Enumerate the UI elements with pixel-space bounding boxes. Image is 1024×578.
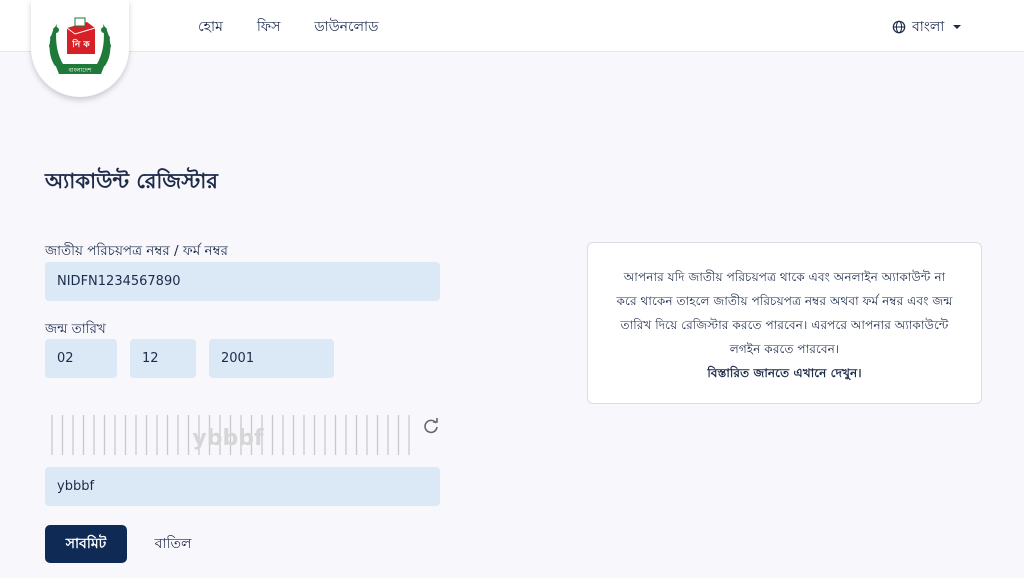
language-label: বাংলা	[912, 19, 945, 35]
submit-button[interactable]: সাবমিট	[45, 525, 127, 563]
nav-download-link[interactable]: ডাউনলোড	[314, 15, 378, 39]
nid-input[interactable]	[45, 262, 440, 301]
dob-day-input[interactable]	[45, 339, 117, 378]
dob-month-input[interactable]	[130, 339, 196, 378]
dob-year-input[interactable]	[209, 339, 334, 378]
captcha-input[interactable]	[45, 467, 440, 506]
main-nav: হোম ফিস ডাউনলোড	[198, 15, 378, 39]
captcha-image: ybbbf	[51, 415, 410, 455]
nav-home-link[interactable]: হোম	[198, 15, 223, 39]
info-panel: আপনার যদি জাতীয় পরিচয়পত্র থাকে এবং অনল…	[587, 242, 982, 404]
logo[interactable]: নি ক বাংলাদেশ	[31, 0, 129, 97]
captcha-text: ybbbf	[192, 426, 264, 451]
info-text: আপনার যদি জাতীয় পরিচয়পত্র থাকে এবং অনল…	[616, 270, 953, 356]
nid-label: জাতীয় পরিচয়পত্র নম্বর / ফর্ম নম্বর	[45, 243, 228, 259]
cancel-button[interactable]: বাতিল	[147, 525, 199, 563]
dob-label: জন্ম তারিখ	[45, 321, 106, 337]
language-selector[interactable]: বাংলা	[892, 15, 964, 39]
details-link[interactable]: বিস্তারিত জানতে এখানে দেখুন।	[616, 361, 953, 385]
election-commission-emblem-icon: নি ক বাংলাদেশ	[49, 17, 111, 74]
logo-ribbon-text: বাংলাদেশ	[68, 67, 92, 74]
top-navbar: হোম ফিস ডাউনলোড বাংলা	[0, 0, 1024, 52]
nav-fees-link[interactable]: ফিস	[257, 15, 281, 39]
page-title: অ্যাকাউন্ট রেজিস্টার	[45, 169, 218, 193]
caret-down-icon	[953, 25, 962, 29]
globe-icon	[892, 20, 906, 34]
logo-text: নি ক	[71, 38, 90, 50]
refresh-captcha-icon[interactable]	[422, 417, 440, 435]
